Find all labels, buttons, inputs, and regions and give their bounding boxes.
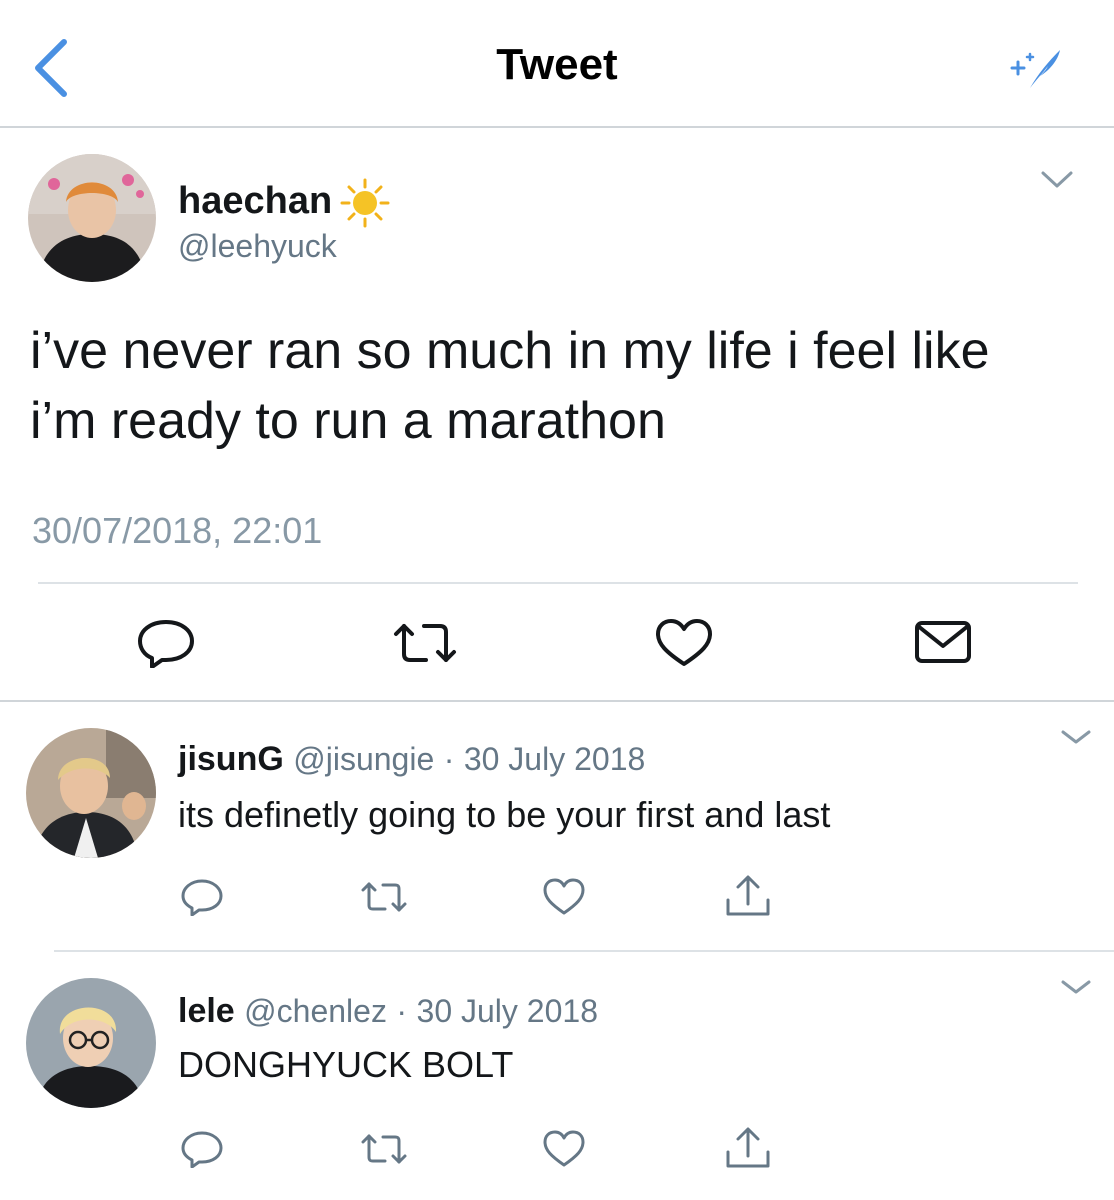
retweet-icon[interactable] bbox=[360, 1132, 408, 1166]
reply-header: jisunG @jisungie · 30 July 2018 bbox=[178, 740, 645, 779]
share-icon[interactable] bbox=[724, 1126, 772, 1170]
reply-author-name[interactable]: jisunG bbox=[178, 740, 284, 778]
sun-emoji-icon bbox=[340, 178, 390, 228]
meta-separator: · bbox=[443, 741, 455, 777]
like-heart-icon[interactable] bbox=[542, 1130, 586, 1168]
reply-options-chevron-icon[interactable] bbox=[1060, 978, 1092, 996]
compose-tweet-icon[interactable] bbox=[1010, 44, 1066, 92]
like-heart-icon[interactable] bbox=[542, 878, 586, 916]
tweet-text-line: i’m ready to run a marathon bbox=[30, 392, 666, 450]
author-name[interactable]: haechan bbox=[178, 180, 332, 223]
retweet-icon[interactable] bbox=[360, 880, 408, 914]
meta-separator: · bbox=[396, 993, 408, 1029]
tweet-timestamp: 30/07/2018, 22:01 bbox=[32, 510, 323, 551]
share-icon[interactable] bbox=[724, 874, 772, 918]
reply-text: its definetly going to be your first and… bbox=[178, 794, 831, 835]
divider bbox=[38, 582, 1078, 584]
tweet-text-line: i’ve never ran so much in my life i feel… bbox=[30, 322, 990, 380]
reply-avatar[interactable] bbox=[26, 728, 156, 858]
reply-author-handle[interactable]: @chenlez bbox=[244, 993, 387, 1029]
reply-text: DONGHYUCK BOLT bbox=[178, 1044, 514, 1085]
reply-date: 30 July 2018 bbox=[416, 993, 598, 1029]
tweet-text: i’ve never ran so much in my life i feel… bbox=[30, 316, 1090, 456]
tweet-options-chevron-icon[interactable] bbox=[1040, 168, 1074, 192]
reply-date: 30 July 2018 bbox=[463, 741, 646, 777]
reply-author-handle[interactable]: @jisungie bbox=[293, 741, 434, 777]
like-heart-icon[interactable] bbox=[654, 618, 714, 668]
reply-icon[interactable] bbox=[136, 618, 196, 668]
author-handle[interactable]: @leehyuck bbox=[178, 228, 337, 265]
divider bbox=[54, 950, 1114, 952]
reply-icon[interactable] bbox=[180, 1130, 224, 1168]
reply-icon[interactable] bbox=[180, 878, 224, 916]
reply-header: lele @chenlez · 30 July 2018 bbox=[178, 992, 598, 1031]
reply-author-name[interactable]: lele bbox=[178, 992, 235, 1030]
reply-avatar[interactable] bbox=[26, 978, 156, 1108]
page-title: Tweet bbox=[496, 40, 618, 89]
author-avatar[interactable] bbox=[28, 154, 156, 282]
retweet-icon[interactable] bbox=[392, 620, 458, 666]
reply-options-chevron-icon[interactable] bbox=[1060, 728, 1092, 746]
divider bbox=[0, 700, 1114, 702]
direct-message-icon[interactable] bbox=[914, 620, 972, 664]
